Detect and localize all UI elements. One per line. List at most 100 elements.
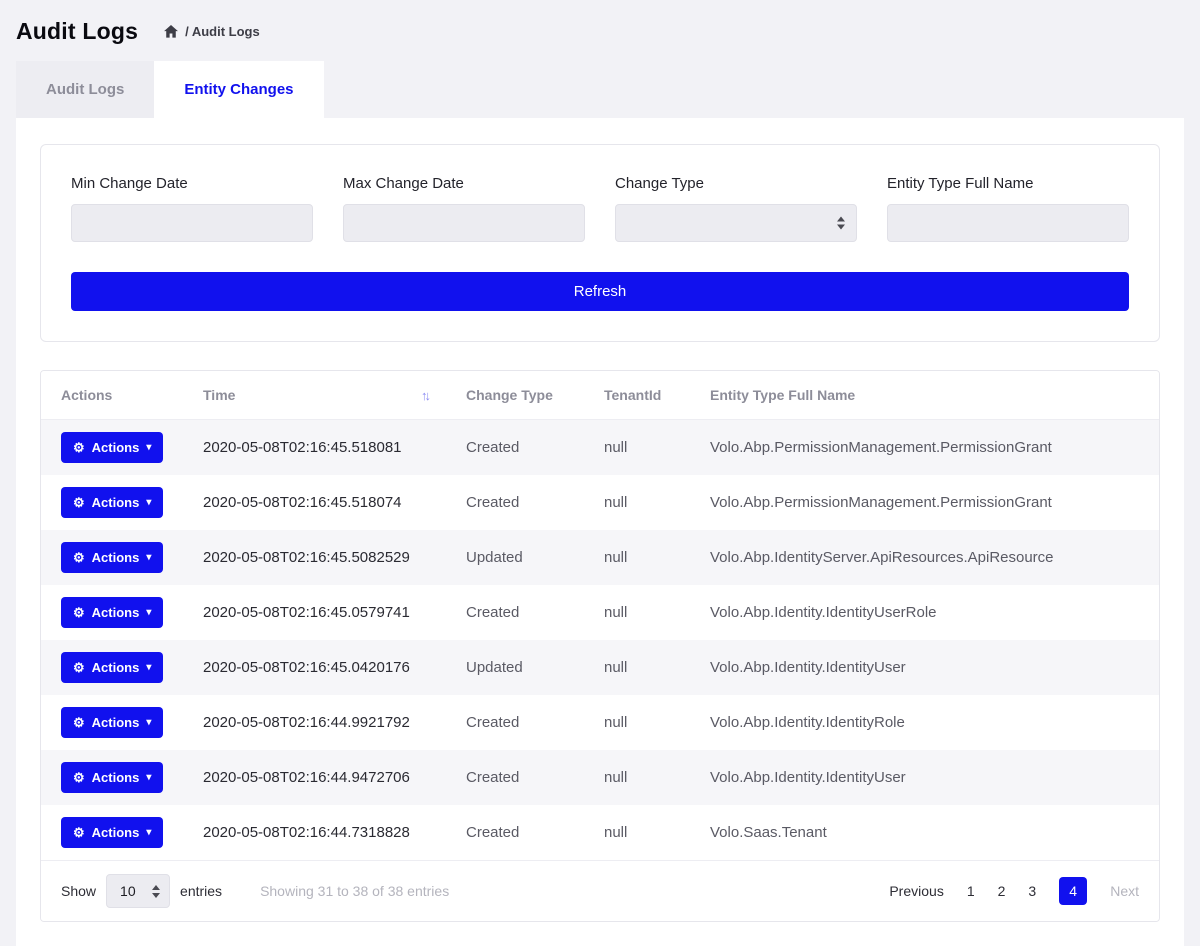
tab-bar: Audit Logs Entity Changes bbox=[16, 61, 1184, 118]
actions-button[interactable]: ⚙Actions▾ bbox=[61, 707, 163, 738]
pagination-next[interactable]: Next bbox=[1110, 883, 1139, 899]
table-row: ⚙Actions▾ 2020-05-08T02:16:44.9921792 Cr… bbox=[41, 695, 1159, 750]
page-size-value: 10 bbox=[120, 883, 136, 899]
change-type-cell: Created bbox=[454, 475, 592, 530]
pagination-previous[interactable]: Previous bbox=[889, 883, 943, 899]
tenant-id-cell: null bbox=[592, 805, 698, 860]
column-header-entity-type: Entity Type Full Name bbox=[698, 371, 1159, 420]
show-label: Show bbox=[61, 883, 96, 899]
time-cell: 2020-05-08T02:16:45.518074 bbox=[191, 475, 454, 530]
entity-type-cell: Volo.Saas.Tenant bbox=[698, 805, 1159, 860]
time-cell: 2020-05-08T02:16:44.9472706 bbox=[191, 750, 454, 805]
breadcrumb-path: / Audit Logs bbox=[185, 24, 260, 39]
change-type-cell: Created bbox=[454, 695, 592, 750]
caret-down-icon: ▾ bbox=[146, 553, 151, 563]
gear-icon: ⚙ bbox=[73, 551, 85, 564]
change-type-cell: Created bbox=[454, 750, 592, 805]
breadcrumb: / Audit Logs bbox=[164, 24, 260, 39]
table-row: ⚙ Actions ▾ 2020-05-08T02:16:45.518081 Cre… bbox=[41, 420, 1159, 476]
entity-type-cell: Volo.Abp.PermissionManagement.Permission… bbox=[698, 420, 1159, 476]
actions-button-label: Actions bbox=[92, 495, 140, 510]
actions-button[interactable]: ⚙ Actions ▾ bbox=[61, 432, 163, 463]
change-type-cell: Updated bbox=[454, 530, 592, 585]
actions-button[interactable]: ⚙Actions▾ bbox=[61, 652, 163, 683]
table-row: ⚙Actions▾ 2020-05-08T02:16:44.7318828 Cr… bbox=[41, 805, 1159, 860]
select-arrows-icon bbox=[152, 885, 160, 898]
actions-button-label: Actions bbox=[92, 605, 140, 620]
change-type-select[interactable] bbox=[615, 204, 857, 242]
table-row: ⚙Actions▾ 2020-05-08T02:16:45.518074 Cre… bbox=[41, 475, 1159, 530]
page-size-select[interactable]: 10 bbox=[106, 874, 170, 908]
tab-audit-logs[interactable]: Audit Logs bbox=[16, 61, 154, 118]
caret-down-icon: ▾ bbox=[146, 608, 151, 618]
pagination-page-1[interactable]: 1 bbox=[967, 883, 975, 899]
gear-icon: ⚙ bbox=[73, 771, 85, 784]
tenant-id-cell: null bbox=[592, 475, 698, 530]
tab-entity-changes[interactable]: Entity Changes bbox=[154, 61, 323, 118]
filter-card: Min Change Date Max Change Date Change T… bbox=[40, 144, 1160, 342]
time-cell: 2020-05-08T02:16:44.9921792 bbox=[191, 695, 454, 750]
table-row: ⚙Actions▾ 2020-05-08T02:16:45.0579741 Cr… bbox=[41, 585, 1159, 640]
actions-button[interactable]: ⚙ Actions ▾ bbox=[61, 762, 163, 793]
table-footer: Show 10 entries Showing 31 to 38 of 38 e… bbox=[41, 860, 1159, 921]
tenant-id-cell: null bbox=[592, 640, 698, 695]
time-cell: 2020-05-08T02:16:45.518081 bbox=[191, 420, 454, 476]
change-type-cell: Created bbox=[454, 805, 592, 860]
filter-min-change-date: Min Change Date bbox=[71, 175, 313, 242]
min-change-date-input[interactable] bbox=[71, 204, 313, 242]
entity-type-input[interactable] bbox=[887, 204, 1129, 242]
sort-icon[interactable]: ↑↓ bbox=[421, 388, 442, 403]
caret-down-icon: ▾ bbox=[146, 773, 151, 783]
caret-down-icon: ▾ bbox=[146, 828, 151, 838]
actions-button[interactable]: ⚙Actions▾ bbox=[61, 597, 163, 628]
pagination-page-3[interactable]: 3 bbox=[1028, 883, 1036, 899]
table-row: ⚙ Actions ▾ 2020-05-08T02:16:45.5082529 Up… bbox=[41, 530, 1159, 585]
entity-type-cell: Volo.Abp.IdentityServer.ApiResources.Api… bbox=[698, 530, 1159, 585]
tenant-id-cell: null bbox=[592, 420, 698, 476]
time-cell: 2020-05-08T02:16:45.5082529 bbox=[191, 530, 454, 585]
actions-button[interactable]: ⚙ Actions ▾ bbox=[61, 542, 163, 573]
filter-change-type: Change Type bbox=[615, 175, 857, 242]
tenant-id-cell: null bbox=[592, 530, 698, 585]
actions-button-label: Actions bbox=[92, 550, 140, 565]
gear-icon: ⚙ bbox=[73, 716, 85, 729]
table-row: ⚙ Actions ▾ 2020-05-08T02:16:44.9472706 Cr… bbox=[41, 750, 1159, 805]
gear-icon: ⚙ bbox=[73, 441, 85, 454]
pagination-page-2[interactable]: 2 bbox=[998, 883, 1006, 899]
entity-type-cell: Volo.Abp.Identity.IdentityRole bbox=[698, 695, 1159, 750]
column-header-actions: Actions bbox=[41, 371, 191, 420]
tenant-id-cell: null bbox=[592, 750, 698, 805]
page-title: Audit Logs bbox=[16, 18, 138, 45]
change-type-label: Change Type bbox=[615, 175, 857, 192]
max-change-date-label: Max Change Date bbox=[343, 175, 585, 192]
actions-button-label: Actions bbox=[92, 825, 140, 840]
entity-type-cell: Volo.Abp.Identity.IdentityUser bbox=[698, 640, 1159, 695]
change-type-cell: Created bbox=[454, 420, 592, 476]
entity-type-cell: Volo.Abp.PermissionManagement.Permission… bbox=[698, 475, 1159, 530]
caret-down-icon: ▾ bbox=[146, 498, 151, 508]
showing-entries-text: Showing 31 to 38 of 38 entries bbox=[260, 883, 449, 899]
table-header-row: Actions Time ↑↓ Change Type TenantId Ent… bbox=[41, 371, 1159, 420]
entity-changes-table: Actions Time ↑↓ Change Type TenantId Ent… bbox=[40, 370, 1160, 922]
entity-type-label: Entity Type Full Name bbox=[887, 175, 1129, 192]
actions-button-label: Actions bbox=[92, 770, 140, 785]
table-row: ⚙Actions▾ 2020-05-08T02:16:45.0420176 Up… bbox=[41, 640, 1159, 695]
top-header: Audit Logs / Audit Logs bbox=[0, 0, 1200, 57]
entity-type-cell: Volo.Abp.Identity.IdentityUser bbox=[698, 750, 1159, 805]
tenant-id-cell: null bbox=[592, 585, 698, 640]
time-cell: 2020-05-08T02:16:45.0420176 bbox=[191, 640, 454, 695]
actions-button[interactable]: ⚙Actions▾ bbox=[61, 817, 163, 848]
pagination-page-4-active[interactable]: 4 bbox=[1059, 877, 1087, 905]
change-type-cell: Created bbox=[454, 585, 592, 640]
max-change-date-input[interactable] bbox=[343, 204, 585, 242]
column-header-change-type: Change Type bbox=[454, 371, 592, 420]
column-header-time[interactable]: Time ↑↓ bbox=[191, 371, 454, 420]
home-icon[interactable] bbox=[164, 25, 178, 38]
entries-label: entries bbox=[180, 883, 222, 899]
actions-button[interactable]: ⚙Actions▾ bbox=[61, 487, 163, 518]
actions-button-label: Actions bbox=[92, 715, 140, 730]
actions-button-label: Actions bbox=[92, 440, 140, 455]
column-header-tenant-id: TenantId bbox=[592, 371, 698, 420]
caret-down-icon: ▾ bbox=[146, 443, 151, 453]
refresh-button[interactable]: Refresh bbox=[71, 272, 1129, 311]
